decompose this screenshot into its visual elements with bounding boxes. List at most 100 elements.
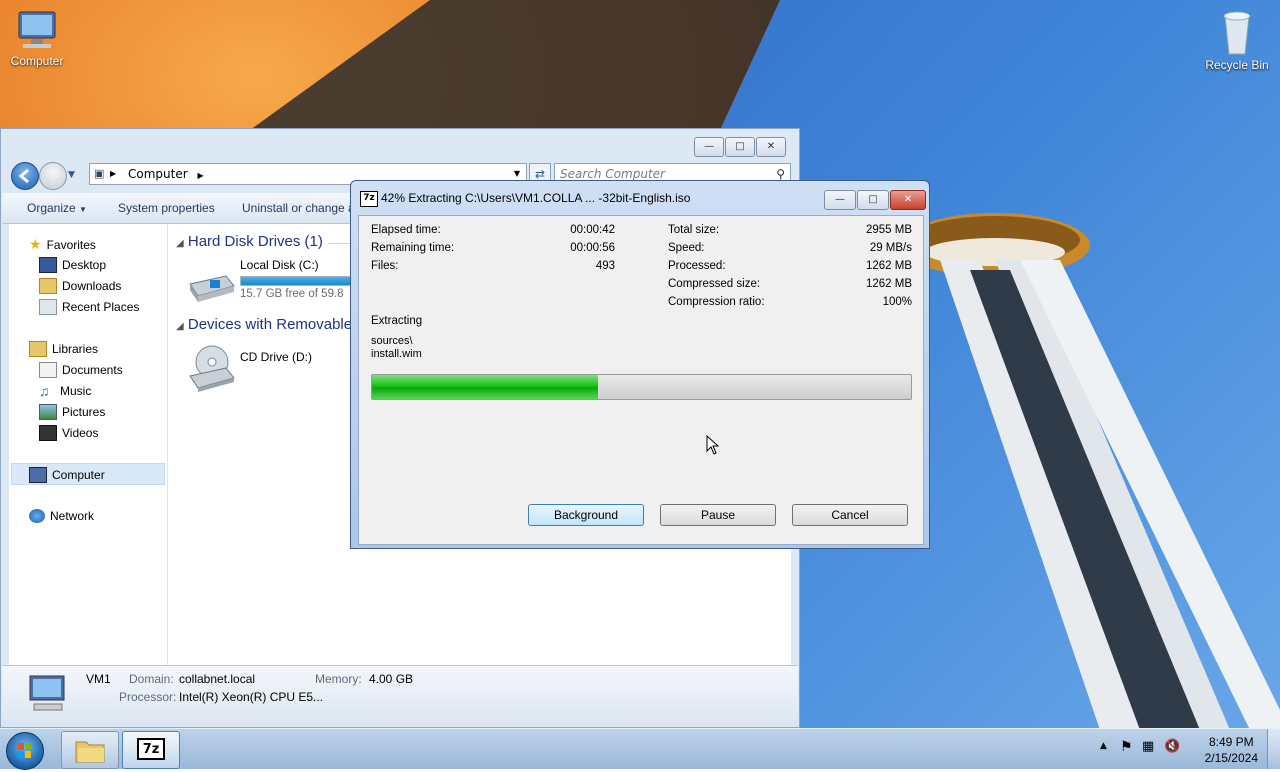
close-button[interactable]: ✕ bbox=[756, 137, 786, 157]
system-tray: ▲ ⚑ ▦ 🔇 8:49 PM 2/15/2024 bbox=[1090, 729, 1280, 769]
space-needle-illustration bbox=[900, 213, 1280, 730]
network-status-icon[interactable]: ▦ bbox=[1142, 739, 1154, 754]
back-button[interactable] bbox=[11, 162, 39, 190]
domain-value: collabnet.local bbox=[179, 672, 256, 686]
minimize-button[interactable]: — bbox=[824, 190, 856, 210]
drive-name: CD Drive (D:) bbox=[240, 350, 312, 364]
taskbar-explorer[interactable] bbox=[61, 731, 119, 769]
desktop-icon-label: Recycle Bin bbox=[1205, 58, 1269, 72]
current-file-path: sources\ bbox=[371, 335, 413, 347]
videos-icon bbox=[39, 425, 57, 441]
compressed-size-label: Compressed size: bbox=[668, 278, 761, 290]
compression-ratio-value: 100% bbox=[882, 296, 912, 308]
speed-label: Speed: bbox=[668, 242, 705, 254]
organize-menu[interactable]: Organize ▼ bbox=[27, 201, 87, 215]
desktop-icon-recycle-bin[interactable]: Recycle Bin bbox=[1202, 8, 1272, 72]
domain-label: Domain: bbox=[129, 672, 174, 686]
clock-date: 2/15/2024 bbox=[1204, 751, 1258, 765]
close-button[interactable]: ✕ bbox=[890, 190, 926, 210]
nav-network[interactable]: Network bbox=[29, 509, 94, 523]
desktop-icon-computer[interactable]: Computer bbox=[2, 8, 72, 68]
maximize-button[interactable]: □ bbox=[857, 190, 889, 210]
clock[interactable]: 8:49 PM 2/15/2024 bbox=[1205, 734, 1258, 766]
memory-value: 4.00 GB bbox=[369, 672, 414, 686]
nav-item-pictures[interactable]: Pictures bbox=[39, 404, 105, 420]
recent-places-icon bbox=[39, 299, 57, 315]
taskbar-seven-zip[interactable]: 7z bbox=[122, 731, 180, 769]
nav-item-documents[interactable]: Documents bbox=[39, 362, 123, 378]
recycle-bin-icon bbox=[1223, 11, 1251, 55]
forward-button[interactable] bbox=[39, 162, 67, 190]
total-size-value: 2955 MB bbox=[865, 224, 912, 236]
collapse-arrow-icon: ◢ bbox=[176, 238, 184, 249]
nav-computer-label: Computer bbox=[52, 468, 105, 482]
dialog-titlebar[interactable]: 7z 42% Extracting C:\Users\VM1.COLLA ...… bbox=[351, 181, 929, 215]
group-hard-disk-drives[interactable]: ◢ Hard Disk Drives (1) bbox=[176, 233, 323, 250]
nav-libraries-label: Libraries bbox=[52, 342, 99, 356]
computer-name: VM1 bbox=[86, 672, 111, 686]
speed-value: 29 MB/s bbox=[869, 242, 912, 254]
nav-item-downloads[interactable]: Downloads bbox=[39, 278, 121, 294]
cd-drive-icon bbox=[189, 345, 235, 392]
drive-name: Local Disk (C:) bbox=[240, 258, 319, 272]
minimize-button[interactable]: — bbox=[694, 137, 724, 157]
current-file-name: install.wim bbox=[371, 348, 422, 360]
taskbar: 7z ▲ ⚑ ▦ 🔇 8:49 PM 2/15/2024 bbox=[0, 728, 1280, 770]
nav-label: Recent Places bbox=[62, 300, 140, 314]
system-properties-button[interactable]: System properties bbox=[118, 201, 215, 215]
chevron-right-icon[interactable]: ▶ bbox=[197, 171, 203, 180]
collapse-arrow-icon: ◢ bbox=[176, 321, 184, 332]
extraction-progress-fill bbox=[372, 375, 599, 399]
group-removable-storage[interactable]: ◢ Devices with Removable bbox=[176, 316, 352, 333]
processed-value: 1262 MB bbox=[865, 260, 912, 272]
mouse-cursor-icon bbox=[706, 435, 720, 455]
recent-pages-dropdown-icon[interactable]: ▼ bbox=[68, 170, 75, 180]
remaining-time-label: Remaining time: bbox=[371, 242, 455, 254]
processed-label: Processed: bbox=[668, 260, 726, 272]
nav-item-music[interactable]: ♫ Music bbox=[39, 383, 91, 399]
memory-label: Memory: bbox=[315, 672, 362, 686]
nav-item-desktop[interactable]: Desktop bbox=[39, 257, 106, 273]
network-icon bbox=[29, 509, 45, 523]
show-hidden-icons-button[interactable]: ▲ bbox=[1100, 741, 1107, 751]
chevron-right-icon: ▶ bbox=[110, 169, 117, 178]
nav-computer[interactable]: Computer bbox=[29, 467, 105, 483]
dialog-window-controls: — □ ✕ bbox=[824, 190, 926, 210]
dialog-body: Elapsed time: 00:00:42 Remaining time: 0… bbox=[358, 215, 924, 545]
search-placeholder: Search Computer bbox=[560, 167, 665, 181]
nav-libraries[interactable]: Libraries bbox=[29, 341, 98, 357]
computer-small-icon: ▣ bbox=[94, 167, 105, 180]
window-controls: — □ ✕ bbox=[694, 137, 786, 157]
desktop-icon-label: Computer bbox=[10, 54, 64, 68]
volume-muted-icon[interactable]: 🔇 bbox=[1164, 739, 1180, 754]
background-button[interactable]: Background bbox=[528, 504, 644, 526]
maximize-button[interactable]: □ bbox=[725, 137, 755, 157]
nav-label: Desktop bbox=[62, 258, 107, 272]
operation-status: Extracting bbox=[371, 315, 423, 327]
nav-item-videos[interactable]: Videos bbox=[39, 425, 98, 441]
downloads-folder-icon bbox=[39, 278, 57, 294]
drive-usage-fill bbox=[241, 277, 352, 285]
hard-drive-icon bbox=[189, 275, 235, 302]
explorer-titlebar[interactable]: — □ ✕ bbox=[1, 129, 799, 161]
computer-icon bbox=[29, 467, 47, 483]
seven-zip-icon: 7z bbox=[360, 191, 378, 207]
breadcrumb-computer[interactable]: Computer bbox=[128, 167, 188, 181]
action-center-flag-icon[interactable]: ⚑ bbox=[1120, 739, 1133, 755]
navigation-pane: ★ Favorites Desktop Downloads Recent Pla… bbox=[9, 224, 168, 665]
nav-item-recent-places[interactable]: Recent Places bbox=[39, 299, 139, 315]
desktop-icon bbox=[39, 257, 57, 273]
pause-button[interactable]: Pause bbox=[660, 504, 776, 526]
elapsed-time-value: 00:00:42 bbox=[570, 224, 615, 236]
music-icon: ♫ bbox=[39, 383, 50, 399]
compressed-size-value: 1262 MB bbox=[865, 278, 912, 290]
nav-favorites-label: Favorites bbox=[46, 237, 96, 252]
details-pane: VM1 Domain: collabnet.local Memory: 4.00… bbox=[2, 665, 798, 726]
cancel-button[interactable]: Cancel bbox=[792, 504, 908, 526]
pictures-icon bbox=[39, 404, 57, 420]
start-button[interactable] bbox=[6, 732, 44, 770]
files-value: 493 bbox=[595, 260, 615, 272]
nav-favorites[interactable]: ★ Favorites bbox=[29, 236, 96, 253]
uninstall-program-button[interactable]: Uninstall or change a bbox=[242, 201, 355, 215]
show-desktop-button[interactable] bbox=[1267, 729, 1280, 769]
